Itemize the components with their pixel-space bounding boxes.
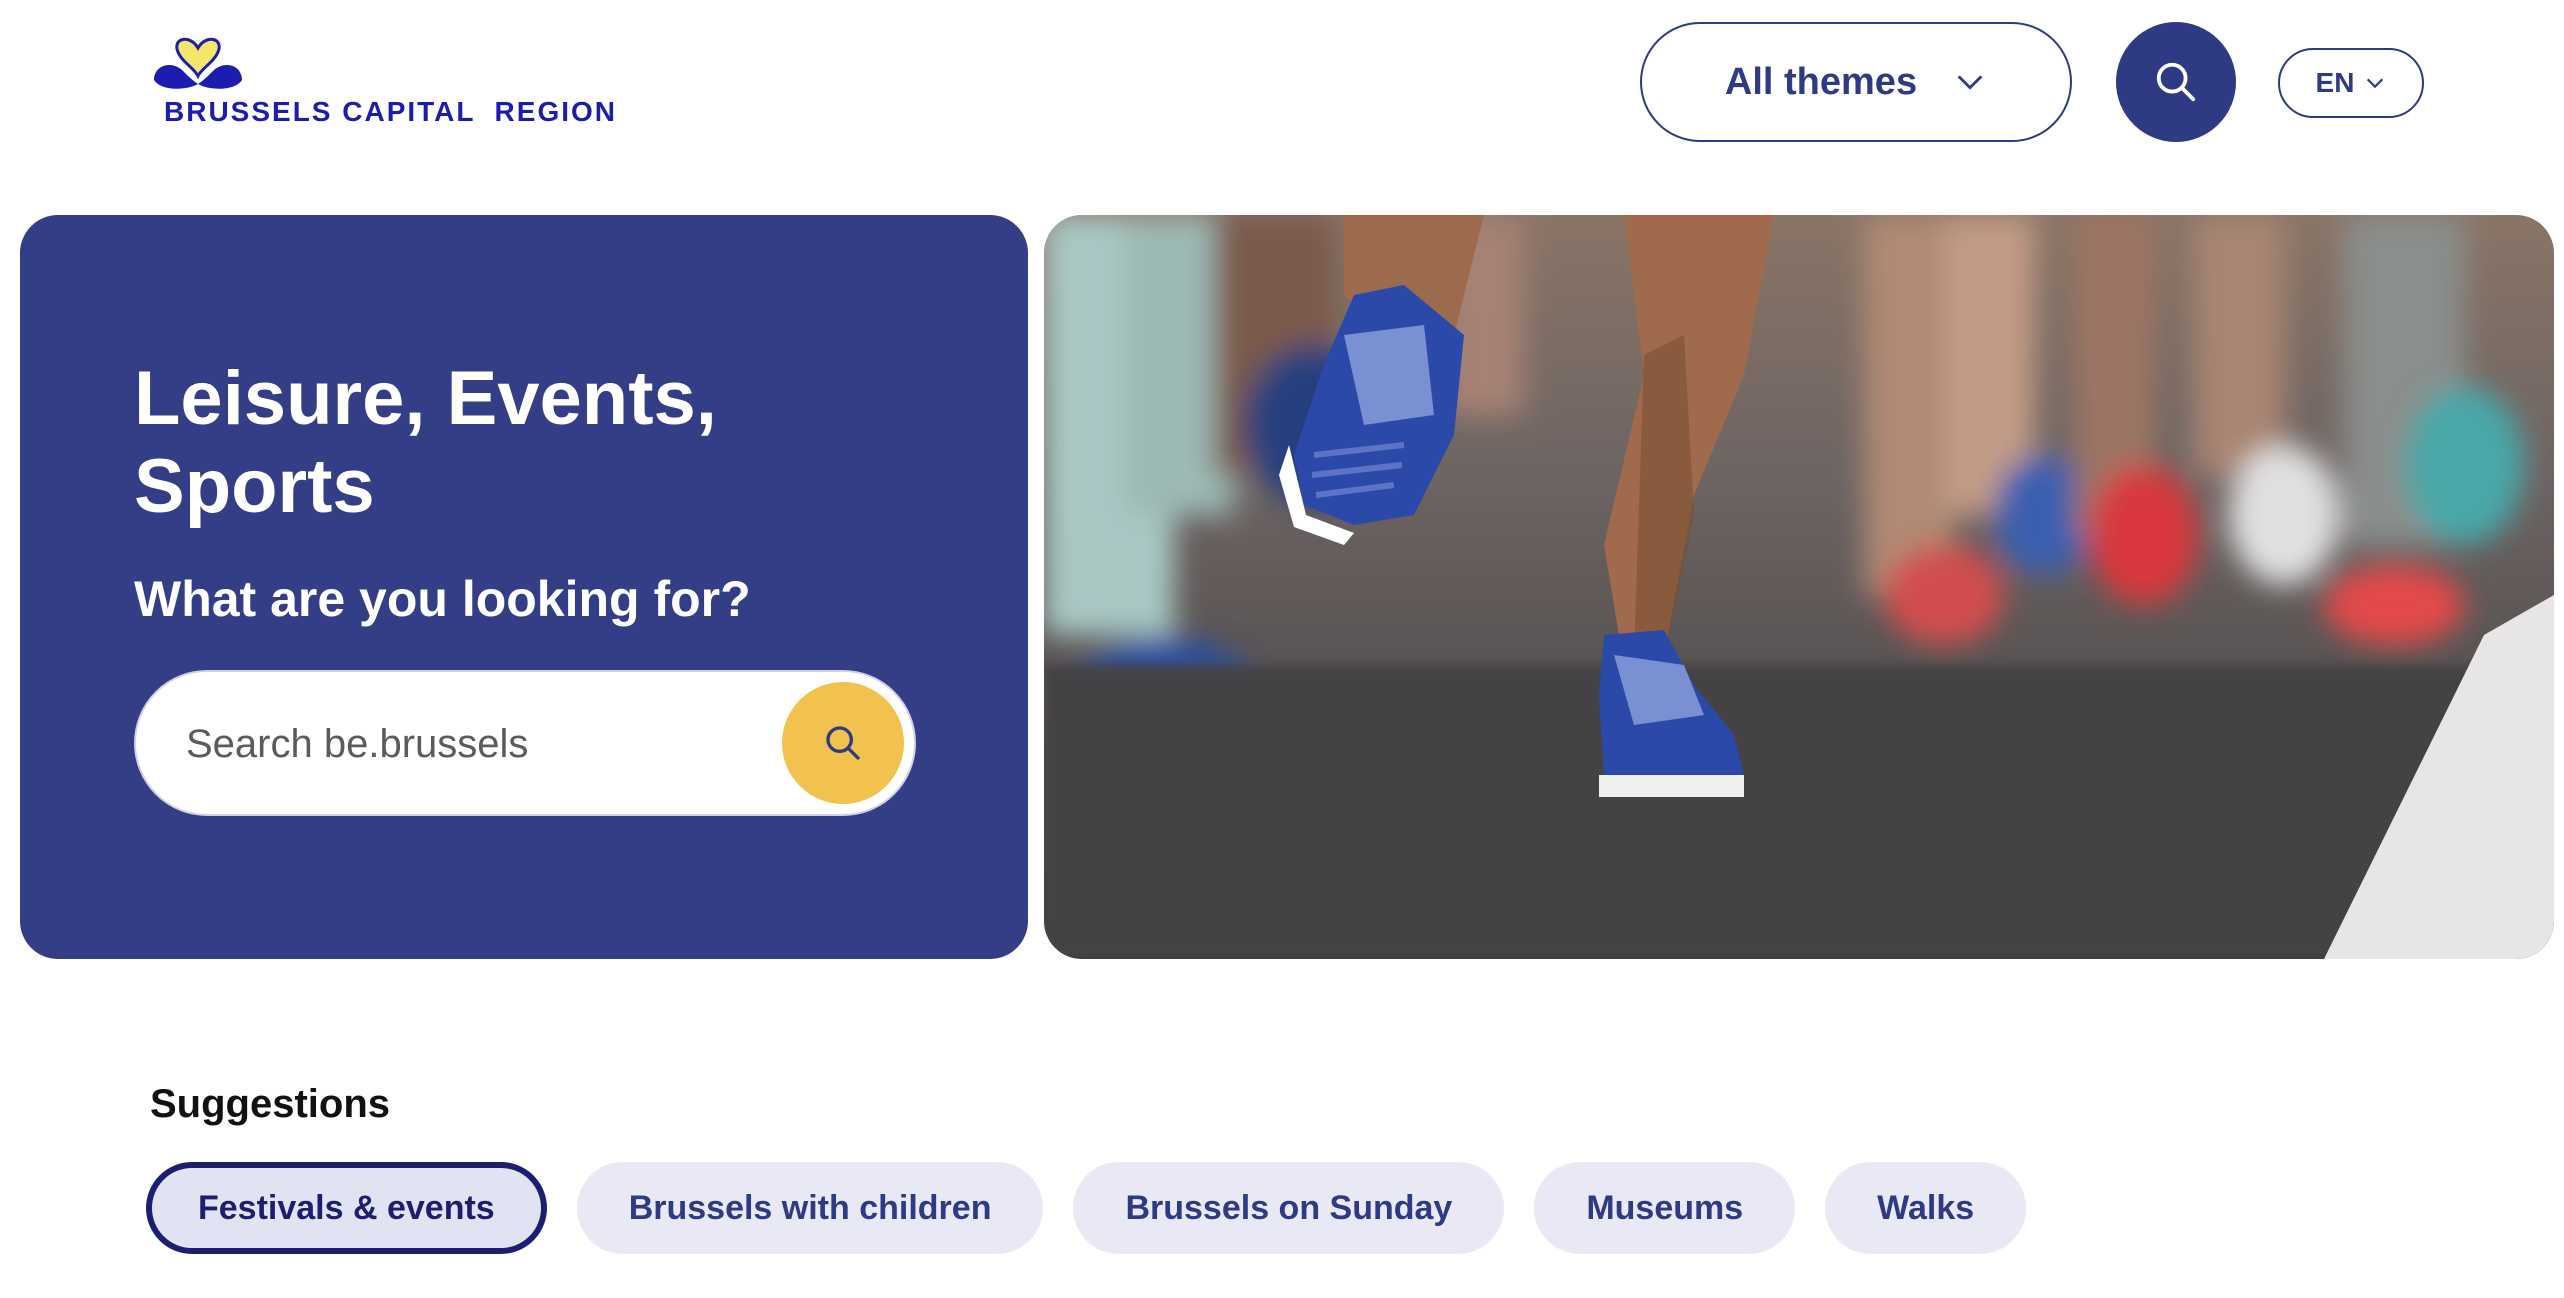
language-label: EN (2315, 67, 2355, 98)
suggestions-title: Suggestions (150, 1082, 391, 1126)
hero-panel: Leisure, Events, Sports What are you loo… (20, 215, 1028, 959)
language-selector[interactable]: EN (2278, 48, 2424, 118)
hero-search-button[interactable] (782, 682, 904, 804)
search-icon (2156, 62, 2196, 102)
hero-title: Leisure, Events, Sports (134, 356, 717, 529)
runners-photo (1044, 215, 2554, 959)
chip-brussels-with-children[interactable]: Brussels with children (576, 1162, 1044, 1254)
hero-search-input[interactable] (184, 708, 748, 780)
chip-walks[interactable]: Walks (1825, 1162, 2027, 1254)
chevron-down-icon (1957, 75, 1983, 90)
chip-museums[interactable]: Museums (1534, 1162, 1796, 1254)
themes-label: All themes (1724, 60, 1918, 103)
hero-subtitle: What are you looking for? (134, 571, 751, 627)
suggestion-chips: Festivals & events Brussels with childre… (146, 1162, 2027, 1254)
all-themes-dropdown[interactable]: All themes (1640, 22, 2072, 142)
chip-brussels-on-sunday[interactable]: Brussels on Sunday (1073, 1162, 1505, 1254)
chevron-down-icon (2367, 78, 2384, 89)
logo-mark-icon (154, 37, 242, 89)
header-search-button[interactable] (2116, 22, 2236, 142)
hero-search-box (134, 670, 916, 816)
logo-text: BRUSSELS CAPITAL REGION (164, 96, 618, 127)
hero-image-runners (1044, 215, 2554, 959)
brussels-logo[interactable]: BRUSSELS CAPITAL REGION (148, 30, 615, 130)
chip-festivals-events[interactable]: Festivals & events (146, 1162, 547, 1254)
search-icon (826, 726, 860, 760)
